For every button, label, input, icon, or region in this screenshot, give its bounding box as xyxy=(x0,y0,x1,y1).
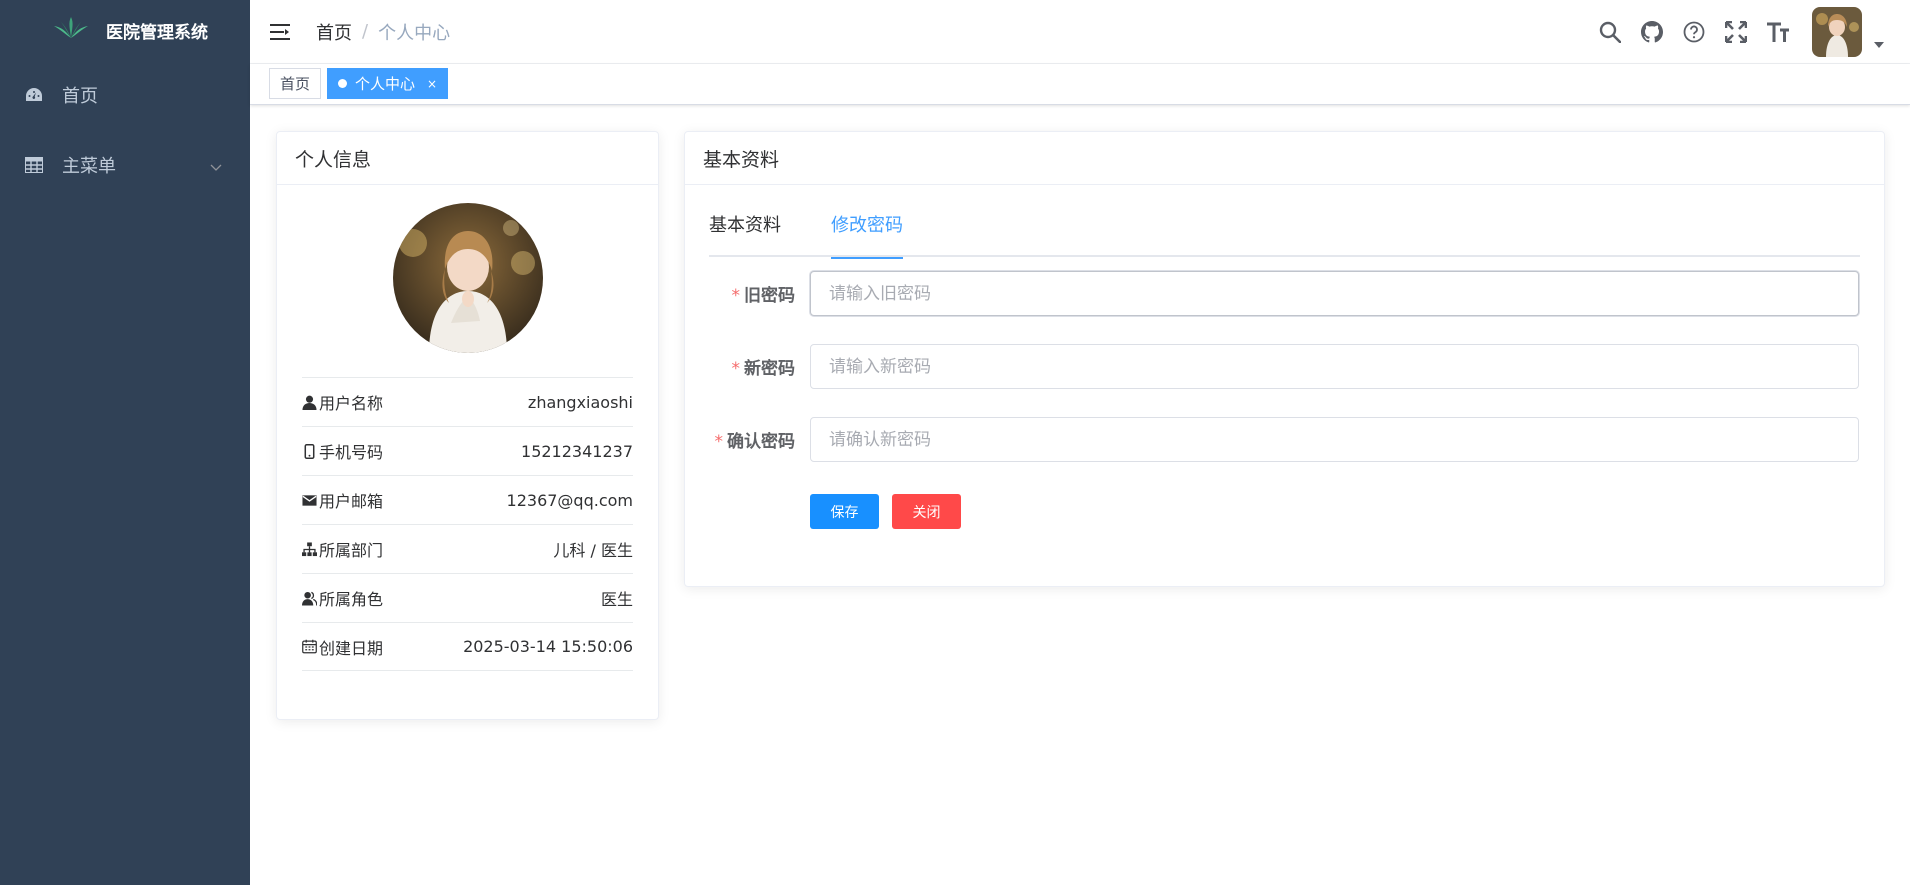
settings-card-title: 基本资料 xyxy=(703,148,780,171)
avatar[interactable] xyxy=(1812,7,1862,57)
phone-icon xyxy=(304,443,315,459)
tag-home[interactable]: 首页 xyxy=(269,68,322,99)
confirm-password-label: * 确认密码 xyxy=(714,432,796,452)
close-icon[interactable]: × xyxy=(427,77,437,91)
navbar-right-menu xyxy=(1598,0,1910,64)
settings-card: 基本资料 基本资料 修改密码 * 旧密码 * 新密码 * 确认密码 保存 关闭 xyxy=(684,131,1885,587)
required-mark: * xyxy=(731,286,741,306)
profile-card: 个人信息 用户名称 zhangxiaoshi 手机号码 15212341237 … xyxy=(276,131,659,720)
row-value: 2025-03-14 15:50:06 xyxy=(463,637,633,656)
confirm-password-input[interactable] xyxy=(810,417,1859,462)
sidebar-item-main-menu[interactable]: 主菜单 xyxy=(0,130,250,200)
list-item: 所属部门 儿科 / 医生 xyxy=(302,524,633,573)
sidebar: 医院管理系统 首页 主菜单 xyxy=(0,0,250,885)
tag-label: 首页 xyxy=(280,75,311,93)
tab-change-password[interactable]: 修改密码 xyxy=(831,207,903,259)
tree-icon xyxy=(302,541,317,556)
sidebar-item-label: 主菜单 xyxy=(62,156,116,177)
row-value: 儿科 / 医生 xyxy=(553,541,633,560)
old-password-input[interactable] xyxy=(810,271,1859,316)
new-password-label: * 新密码 xyxy=(731,359,796,379)
list-item: 手机号码 15212341237 xyxy=(302,426,633,475)
profile-info-list: 用户名称 zhangxiaoshi 手机号码 15212341237 用户邮箱 … xyxy=(302,377,633,671)
chevron-down-icon xyxy=(210,156,222,177)
save-button[interactable]: 保存 xyxy=(810,494,879,529)
row-value: 医生 xyxy=(600,590,633,609)
close-button[interactable]: 关闭 xyxy=(892,494,961,529)
app-title: 医院管理系统 xyxy=(106,22,208,43)
peoples-icon xyxy=(302,591,317,606)
font-size-icon[interactable] xyxy=(1766,20,1790,44)
list-item: 创建日期 2025-03-14 15:50:06 xyxy=(302,622,633,671)
breadcrumb-current: 个人中心 xyxy=(378,22,451,44)
required-mark: * xyxy=(714,432,724,452)
row-label: 用户名称 xyxy=(319,394,384,413)
tab-basic-info[interactable]: 基本资料 xyxy=(709,207,781,257)
required-mark: * xyxy=(731,359,741,379)
list-item: 用户邮箱 12367@qq.com xyxy=(302,475,633,524)
row-value: zhangxiaoshi xyxy=(527,392,633,412)
profile-avatar[interactable] xyxy=(392,203,543,353)
hamburger-icon[interactable] xyxy=(270,22,290,42)
settings-tabs: 基本资料 修改密码 xyxy=(709,207,1860,259)
breadcrumb: 首页 / 个人中心 xyxy=(316,19,450,45)
navbar: 首页 / 个人中心 xyxy=(250,0,1910,64)
tag-profile[interactable]: 个人中心 × xyxy=(327,68,449,99)
sidebar-item-home[interactable]: 首页 xyxy=(0,60,250,130)
email-icon xyxy=(302,494,317,506)
settings-card-header: 基本资料 xyxy=(685,132,1884,185)
tag-label: 个人中心 xyxy=(355,75,416,93)
sidebar-logo[interactable]: 医院管理系统 xyxy=(0,0,250,60)
date-icon xyxy=(302,639,317,654)
new-password-row: * 新密码 xyxy=(685,344,1859,389)
list-item: 所属角色 医生 xyxy=(302,573,633,622)
profile-card-title: 个人信息 xyxy=(295,148,372,171)
breadcrumb-separator: / xyxy=(362,21,369,42)
row-label: 所属部门 xyxy=(319,541,384,560)
caret-down-icon[interactable] xyxy=(1874,33,1884,52)
dashboard-icon xyxy=(24,85,44,105)
tags-view: 首页 个人中心 × xyxy=(250,64,1910,105)
row-label: 创建日期 xyxy=(319,638,384,658)
row-value: 15212341237 xyxy=(521,441,633,461)
breadcrumb-home[interactable]: 首页 xyxy=(316,19,352,45)
old-password-label: * 旧密码 xyxy=(731,286,796,306)
list-item: 用户名称 zhangxiaoshi xyxy=(302,377,633,426)
logo-icon xyxy=(52,17,90,43)
row-label: 所属角色 xyxy=(319,590,384,609)
table-icon xyxy=(24,155,44,175)
row-value: 12367@qq.com xyxy=(506,490,633,510)
row-label: 用户邮箱 xyxy=(319,492,384,511)
search-icon[interactable] xyxy=(1598,20,1622,44)
old-password-row: * 旧密码 xyxy=(685,271,1859,316)
fullscreen-icon[interactable] xyxy=(1724,20,1748,44)
new-password-input[interactable] xyxy=(810,344,1859,389)
row-label: 手机号码 xyxy=(319,443,384,462)
active-dot-icon xyxy=(338,79,347,88)
help-icon[interactable] xyxy=(1682,20,1706,44)
user-icon xyxy=(302,395,317,410)
github-icon[interactable] xyxy=(1640,20,1664,44)
sidebar-item-label: 首页 xyxy=(62,86,98,107)
confirm-password-row: * 确认密码 xyxy=(685,417,1859,462)
profile-card-header: 个人信息 xyxy=(277,132,658,185)
